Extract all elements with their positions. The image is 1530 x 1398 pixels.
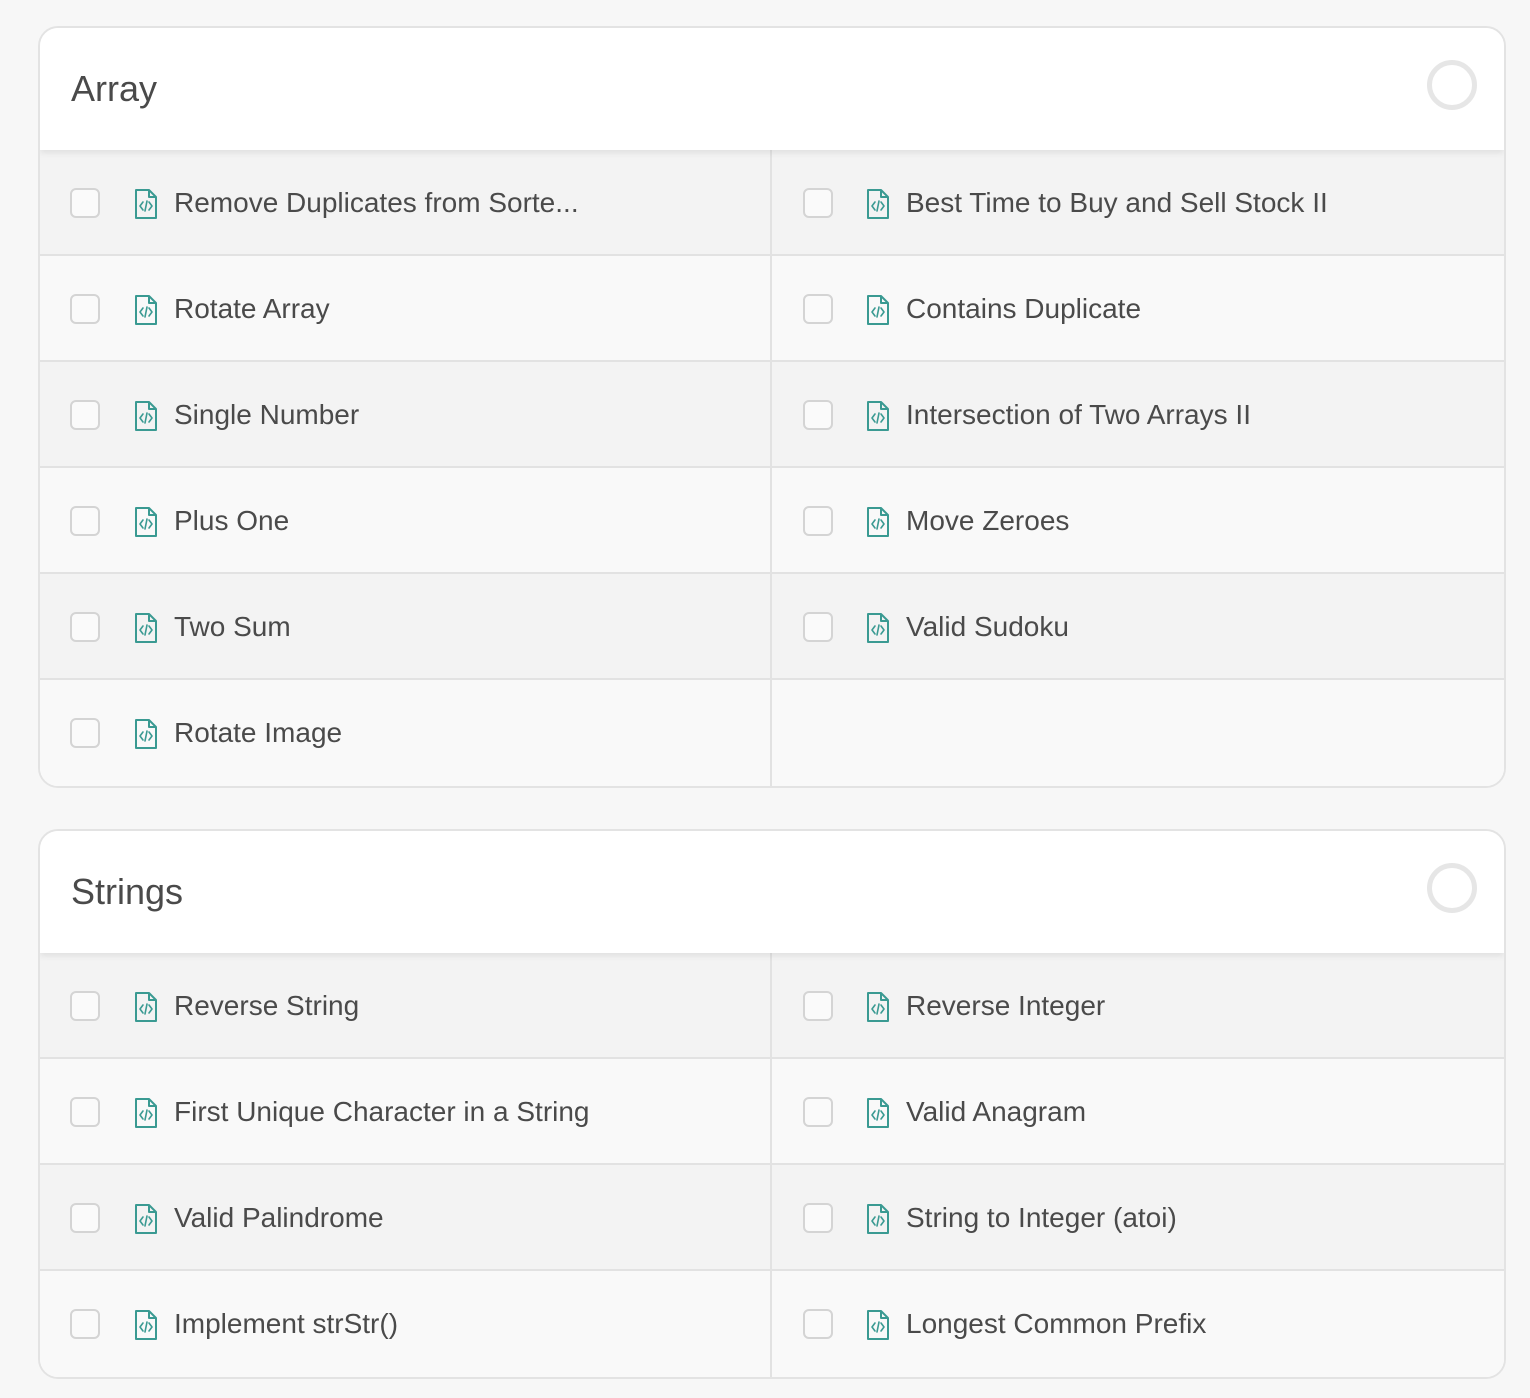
code-file-icon — [135, 401, 157, 431]
code-file-icon — [867, 401, 889, 431]
problem-item[interactable]: Single Number — [40, 362, 772, 468]
checkbox[interactable] — [803, 400, 833, 430]
checkbox[interactable] — [803, 294, 833, 324]
progress-ring-icon — [1427, 863, 1477, 913]
checkbox[interactable] — [70, 400, 100, 430]
checkbox[interactable] — [70, 718, 100, 748]
problem-label[interactable]: First Unique Character in a String — [174, 1094, 590, 1130]
code-file-icon — [135, 1098, 157, 1128]
problem-label[interactable]: Rotate Image — [174, 715, 342, 751]
section-strings: Strings Reverse String Reverse Integer F… — [38, 829, 1506, 1379]
problem-label[interactable]: Intersection of Two Arrays II — [906, 397, 1251, 433]
problem-item[interactable]: Plus One — [40, 468, 772, 574]
code-file-icon — [867, 613, 889, 643]
code-file-icon — [867, 992, 889, 1022]
problem-item[interactable]: Implement strStr() — [40, 1271, 772, 1377]
problem-item[interactable]: Reverse Integer — [772, 953, 1504, 1059]
problem-label[interactable]: Longest Common Prefix — [906, 1306, 1206, 1342]
empty-cell — [772, 680, 1504, 786]
code-file-icon — [135, 1204, 157, 1234]
problem-label[interactable]: Implement strStr() — [174, 1306, 398, 1342]
code-file-icon — [135, 507, 157, 537]
code-file-icon — [867, 507, 889, 537]
code-file-icon — [135, 295, 157, 325]
problem-item[interactable]: Move Zeroes — [772, 468, 1504, 574]
problem-label[interactable]: Remove Duplicates from Sorte... — [174, 185, 579, 221]
checkbox[interactable] — [803, 1203, 833, 1233]
problem-label[interactable]: Rotate Array — [174, 291, 330, 327]
problem-item[interactable]: Rotate Array — [40, 256, 772, 362]
problem-grid: Remove Duplicates from Sorte... Best Tim… — [40, 150, 1504, 786]
problem-label[interactable]: Contains Duplicate — [906, 291, 1141, 327]
checkbox[interactable] — [803, 188, 833, 218]
problem-item[interactable]: Reverse String — [40, 953, 772, 1059]
checkbox[interactable] — [803, 1309, 833, 1339]
problem-label[interactable]: Valid Anagram — [906, 1094, 1086, 1130]
problem-label[interactable]: Reverse Integer — [906, 988, 1105, 1024]
problem-label[interactable]: Reverse String — [174, 988, 359, 1024]
progress-ring-icon — [1427, 60, 1477, 110]
problem-label[interactable]: Best Time to Buy and Sell Stock II — [906, 185, 1328, 221]
problem-item[interactable]: String to Integer (atoi) — [772, 1165, 1504, 1271]
code-file-icon — [867, 1098, 889, 1128]
problem-grid: Reverse String Reverse Integer First Uni… — [40, 953, 1504, 1377]
code-file-icon — [867, 1204, 889, 1234]
section-array: Array Remove Duplicates from Sorte... Be… — [38, 26, 1506, 788]
problem-item[interactable]: Valid Anagram — [772, 1059, 1504, 1165]
checkbox[interactable] — [70, 1203, 100, 1233]
problem-item[interactable]: Best Time to Buy and Sell Stock II — [772, 150, 1504, 256]
problem-item[interactable]: Valid Sudoku — [772, 574, 1504, 680]
section-title: Strings — [71, 871, 184, 912]
problem-label[interactable]: Move Zeroes — [906, 503, 1069, 539]
problem-label[interactable]: String to Integer (atoi) — [906, 1200, 1177, 1236]
checkbox[interactable] — [70, 188, 100, 218]
section-title: Array — [71, 68, 158, 109]
problem-item[interactable]: Two Sum — [40, 574, 772, 680]
checkbox[interactable] — [70, 991, 100, 1021]
problem-label[interactable]: Two Sum — [174, 609, 291, 645]
problem-item[interactable]: Remove Duplicates from Sorte... — [40, 150, 772, 256]
problem-item[interactable]: Contains Duplicate — [772, 256, 1504, 362]
checkbox[interactable] — [70, 506, 100, 536]
checkbox[interactable] — [803, 612, 833, 642]
section-header[interactable]: Strings — [40, 831, 1504, 953]
problem-label[interactable]: Plus One — [174, 503, 289, 539]
checkbox[interactable] — [70, 1309, 100, 1339]
code-file-icon — [135, 1310, 157, 1340]
problem-item[interactable]: Rotate Image — [40, 680, 772, 786]
code-file-icon — [867, 189, 889, 219]
code-file-icon — [135, 189, 157, 219]
problem-item[interactable]: Longest Common Prefix — [772, 1271, 1504, 1377]
code-file-icon — [867, 295, 889, 325]
checkbox[interactable] — [803, 991, 833, 1021]
code-file-icon — [135, 719, 157, 749]
code-file-icon — [135, 613, 157, 643]
problem-item[interactable]: First Unique Character in a String — [40, 1059, 772, 1165]
checkbox[interactable] — [803, 506, 833, 536]
section-header[interactable]: Array — [40, 28, 1504, 150]
checkbox[interactable] — [70, 1097, 100, 1127]
problem-label[interactable]: Valid Sudoku — [906, 609, 1069, 645]
code-file-icon — [867, 1310, 889, 1340]
checkbox[interactable] — [70, 612, 100, 642]
problem-label[interactable]: Valid Palindrome — [174, 1200, 384, 1236]
code-file-icon — [135, 992, 157, 1022]
problem-item[interactable]: Intersection of Two Arrays II — [772, 362, 1504, 468]
problem-label[interactable]: Single Number — [174, 397, 359, 433]
checkbox[interactable] — [70, 294, 100, 324]
problem-item[interactable]: Valid Palindrome — [40, 1165, 772, 1271]
checkbox[interactable] — [803, 1097, 833, 1127]
